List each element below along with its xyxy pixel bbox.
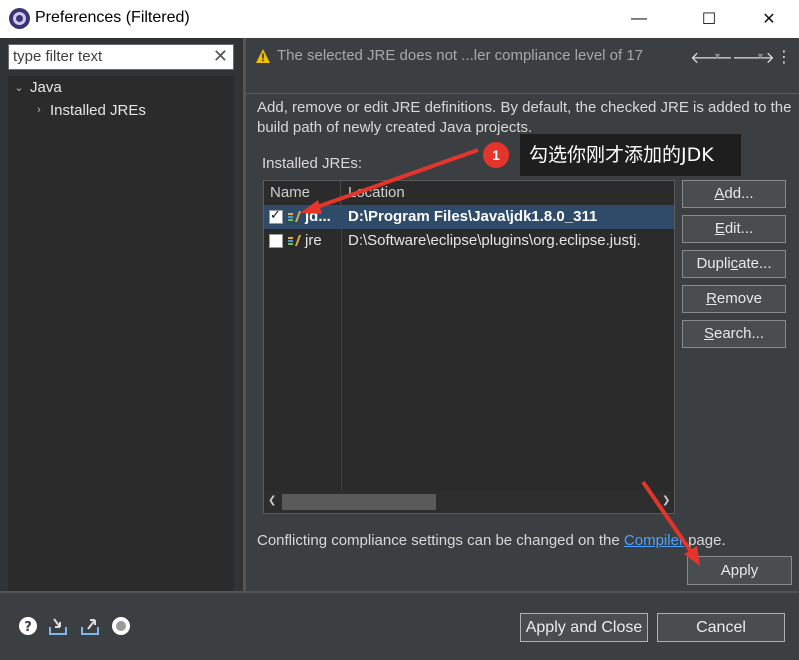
close-button[interactable]: ✕ [746,0,792,38]
compliance-note: Conflicting compliance settings can be c… [257,532,726,549]
row-checkbox[interactable]: ✓ [269,207,283,224]
table-row[interactable]: jre D:\Software\eclipse\plugins\org.ecli… [264,229,674,253]
apply-button[interactable]: Apply [687,556,792,585]
eclipse-app-icon [9,8,30,29]
horizontal-scrollbar[interactable]: ❮ ❯ [264,491,674,513]
title-bar: Preferences (Filtered) — ☐ ✕ [0,0,799,38]
import-icon[interactable] [48,616,68,636]
preferences-tree: ⌄ Java › Installed JREs [8,76,234,624]
forward-arrow-icon[interactable]: 🡒 [732,47,775,68]
jre-library-icon [288,211,301,222]
chevron-right-icon[interactable]: › [32,104,46,116]
tree-item-installed-jres[interactable]: › Installed JREs [32,99,146,121]
filter-input-text: type filter text [13,48,103,65]
row-checkbox[interactable] [269,234,283,248]
help-icon[interactable]: ? [18,616,38,636]
remove-button[interactable]: Remove [682,285,786,313]
installed-jres-label: Installed JREs: [262,155,363,172]
message-bar: The selected JRE does not ...ler complia… [246,38,799,78]
scrollbar-thumb[interactable] [282,494,436,510]
compiler-link[interactable]: Compiler [624,532,684,549]
jre-location: D:\Software\eclipse\plugins\org.eclipse.… [348,232,641,249]
filter-input[interactable]: type filter text ✕ [8,44,234,70]
step-badge: 1 [483,142,509,168]
scroll-right-icon[interactable]: ❯ [662,495,670,506]
message-text: The selected JRE does not ...ler complia… [277,47,644,64]
tree-item-label: Installed JREs [50,101,146,119]
column-header-location[interactable]: Location [342,181,676,205]
checkmark-icon: ✓ [270,207,281,222]
installed-jres-table[interactable]: Name Location ✓ jd... D:\Program Files\J… [263,180,675,514]
column-header-name[interactable]: Name [264,181,341,205]
edit-button[interactable]: Edit... [682,215,786,243]
cancel-button[interactable]: Cancel [657,613,785,642]
tree-item-label: Java [30,78,62,96]
annotation-callout: 勾选你刚才添加的JDK [520,134,741,176]
page-description: Add, remove or edit JRE definitions. By … [257,99,792,136]
dialog-footer: ? Apply and Close Cancel [0,593,799,660]
apply-and-close-button[interactable]: Apply and Close [520,613,648,642]
preferences-navigation: type filter text ✕ ⌄ Java › Installed JR… [0,38,243,624]
back-dropdown-icon[interactable]: ▼ [713,51,722,61]
window-title: Preferences (Filtered) [35,9,190,26]
record-icon[interactable] [111,616,131,636]
table-row[interactable]: ✓ jd... D:\Program Files\Java\jdk1.8.0_3… [264,205,674,229]
export-icon[interactable] [80,616,100,636]
maximize-button[interactable]: ☐ [686,0,732,38]
installed-jres-page: The selected JRE does not ...ler complia… [246,38,799,591]
forward-dropdown-icon[interactable]: ▼ [756,51,765,61]
clear-filter-icon[interactable]: ✕ [213,46,228,67]
jre-name: jd... [305,208,331,225]
jre-name: jre [305,232,322,249]
back-arrow-icon[interactable]: 🡐 [690,47,733,68]
view-menu-icon[interactable]: ⋮ [776,47,792,67]
minimize-button[interactable]: — [616,0,662,38]
chevron-down-icon[interactable]: ⌄ [12,81,26,94]
scroll-left-icon[interactable]: ❮ [268,495,276,506]
tree-item-java[interactable]: ⌄ Java [12,76,62,98]
svg-text:?: ? [24,620,32,635]
jre-library-icon [288,235,301,246]
warning-icon [256,49,270,63]
jre-location: D:\Program Files\Java\jdk1.8.0_311 [348,208,598,225]
divider [246,93,799,94]
add-button[interactable]: Add... [682,180,786,208]
search-button[interactable]: Search... [682,320,786,348]
duplicate-button[interactable]: Duplicate... [682,250,786,278]
